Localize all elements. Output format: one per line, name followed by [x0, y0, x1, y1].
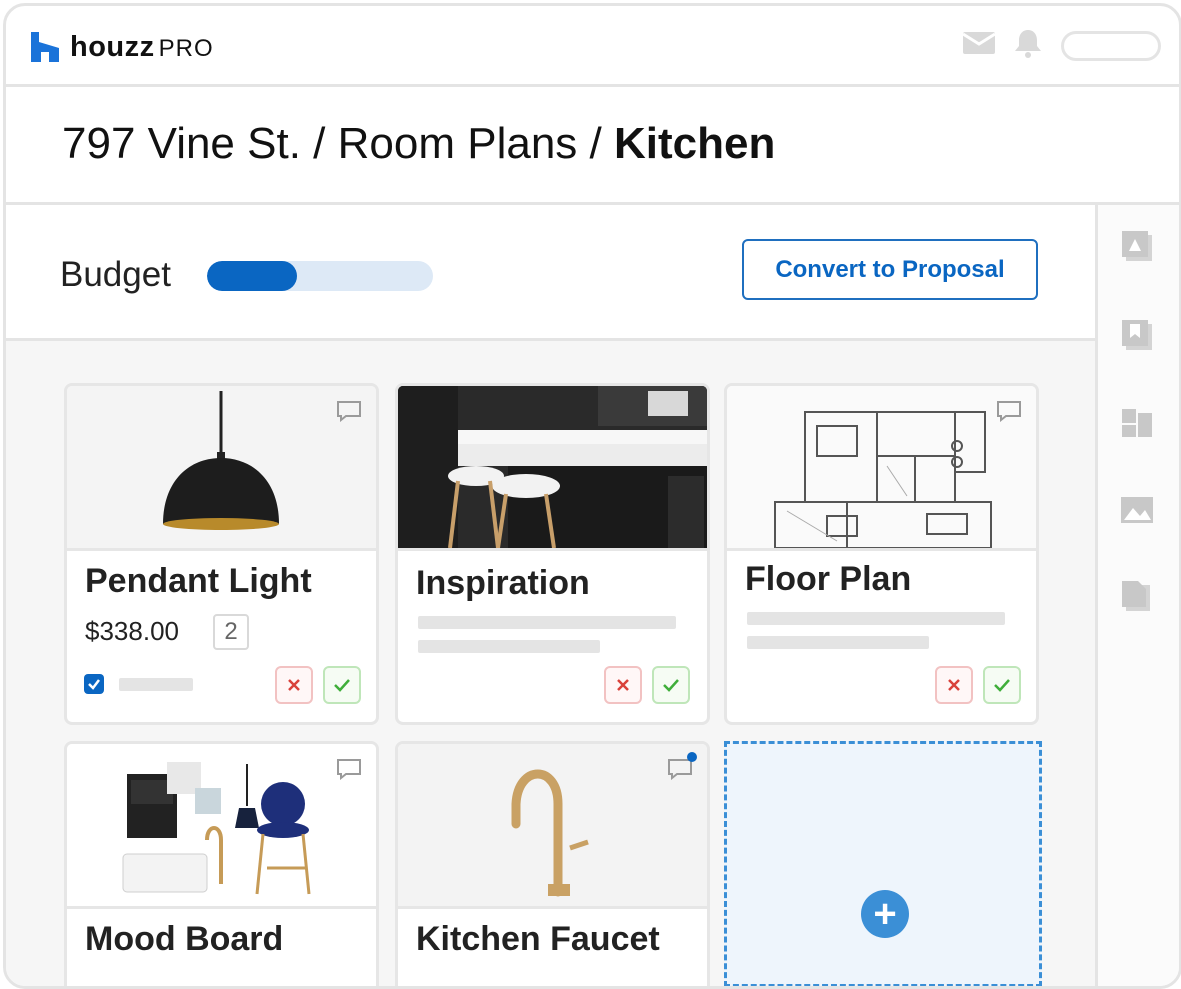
app-window: houzz PRO 797 Vine St. / Room Plans / Kit…: [3, 3, 1181, 989]
budget-progress-fill: [207, 261, 298, 291]
top-bar: houzz PRO: [6, 6, 1179, 87]
breadcrumb-room-plans[interactable]: Room Plans: [338, 119, 578, 168]
item-card-mood-board[interactable]: Mood Board: [64, 741, 379, 986]
side-icons: [1120, 229, 1154, 618]
logo-wordmark: houzz: [70, 31, 155, 63]
account-pill[interactable]: [1061, 30, 1161, 61]
comment-icon[interactable]: [667, 758, 693, 785]
mood-board-image: [67, 744, 376, 909]
comment-icon[interactable]: [336, 758, 362, 785]
top-icons: [962, 28, 1161, 63]
title-bar: 797 Vine St. / Room Plans / Kitchen: [6, 87, 1179, 205]
bell-icon[interactable]: [1013, 28, 1043, 63]
card-title: Pendant Light: [85, 562, 312, 600]
inspiration-image: [398, 386, 707, 551]
side-panel: [1095, 205, 1179, 986]
app-logo[interactable]: houzz PRO: [70, 31, 214, 64]
quantity-badge[interactable]: 2: [213, 614, 249, 650]
houzz-logo-icon[interactable]: [31, 32, 59, 67]
card-title: Floor Plan: [745, 560, 912, 598]
budget-progress: [207, 261, 433, 291]
floor-plan-image: [727, 386, 1036, 551]
item-card-kitchen-faucet[interactable]: Kitchen Faucet: [395, 741, 710, 986]
product-icon[interactable]: [1120, 229, 1154, 268]
card-title: Inspiration: [416, 564, 590, 602]
pendant-light-image: [67, 386, 376, 551]
main-content: Budget Convert to Proposal Pendant Light: [6, 205, 1095, 986]
logo-suffix: PRO: [158, 35, 214, 62]
breadcrumb: 797 Vine St. / Room Plans / Kitchen: [62, 119, 775, 169]
approve-button[interactable]: [652, 666, 690, 704]
image-icon[interactable]: [1120, 496, 1154, 529]
breadcrumb-current: Kitchen: [613, 119, 776, 168]
breadcrumb-separator: /: [300, 119, 338, 168]
text-placeholder: [418, 616, 676, 629]
kitchen-faucet-image: [398, 744, 707, 909]
layout-icon[interactable]: [1120, 407, 1154, 446]
reject-button[interactable]: [935, 666, 973, 704]
reject-button[interactable]: [275, 666, 313, 704]
document-icon[interactable]: [1120, 579, 1154, 618]
text-placeholder: [747, 636, 929, 649]
breadcrumb-project[interactable]: 797 Vine St.: [62, 119, 301, 168]
card-price: $338.00: [85, 616, 179, 646]
budget-bar: Budget Convert to Proposal: [6, 205, 1095, 341]
budget-label: Budget: [60, 255, 171, 294]
approve-button[interactable]: [983, 666, 1021, 704]
mail-icon[interactable]: [962, 32, 996, 59]
text-placeholder: [747, 612, 1005, 625]
item-card-pendant-light[interactable]: Pendant Light $338.00 2: [64, 383, 379, 725]
breadcrumb-separator: /: [577, 119, 614, 168]
notification-dot: [687, 752, 697, 762]
approve-button[interactable]: [323, 666, 361, 704]
text-placeholder: [418, 640, 600, 653]
plus-icon[interactable]: +: [861, 890, 909, 938]
select-checkbox[interactable]: [84, 674, 104, 694]
convert-to-proposal-button[interactable]: Convert to Proposal: [742, 239, 1038, 300]
item-card-inspiration[interactable]: Inspiration: [395, 383, 710, 725]
bookmark-icon[interactable]: [1120, 318, 1154, 357]
reject-button[interactable]: [604, 666, 642, 704]
add-item-tile[interactable]: +: [724, 741, 1042, 986]
comment-icon[interactable]: [336, 400, 362, 427]
card-title: Mood Board: [85, 920, 284, 958]
comment-icon[interactable]: [996, 400, 1022, 427]
card-title: Kitchen Faucet: [416, 920, 660, 958]
item-card-floor-plan[interactable]: Floor Plan: [724, 383, 1039, 725]
text-placeholder: [119, 678, 193, 691]
